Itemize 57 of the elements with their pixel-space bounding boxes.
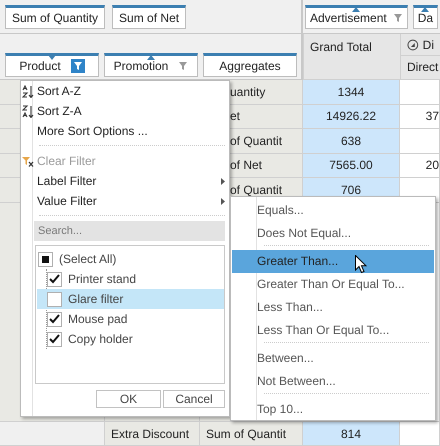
dialog-button[interactable]: Cancel	[163, 390, 225, 408]
column-header: Direct	[400, 56, 440, 80]
row-label: Extra Discount	[105, 422, 200, 446]
value-list-item[interactable]: (Select All)	[36, 249, 224, 269]
field-chip[interactable]: Sum of Quantity	[5, 5, 106, 29]
checkbox[interactable]	[47, 332, 62, 346]
table-cell	[400, 129, 440, 154]
menu-item[interactable]: Less Than...	[231, 296, 435, 319]
value-list-item[interactable]: Mouse pad	[37, 309, 224, 329]
checkbox[interactable]	[47, 312, 62, 326]
menu-item[interactable]: Top 10...	[231, 398, 435, 421]
sort-icon	[22, 104, 34, 118]
menu-item[interactable]: Greater Than Or Equal To...	[231, 273, 435, 296]
field-chip[interactable]: Product	[5, 53, 99, 77]
value-label: Glare filter	[68, 292, 124, 306]
sort-icon	[22, 84, 34, 98]
table-cell: 814	[303, 422, 400, 446]
collapse-icon[interactable]	[407, 38, 419, 50]
search-field[interactable]: Search...	[34, 221, 225, 241]
field-chip[interactable]: Da	[412, 5, 438, 29]
table-cell: 1344	[303, 80, 400, 104]
table-cell: 37	[400, 104, 440, 129]
row-label: Sum of Quantit	[200, 422, 303, 446]
checkbox[interactable]	[38, 252, 53, 266]
field-chip[interactable]: Aggregates	[203, 53, 297, 77]
field-chip[interactable]: Sum of Net	[112, 5, 186, 29]
filter-icon[interactable]	[70, 59, 85, 73]
filter-icon[interactable]	[392, 13, 403, 23]
value-label: Copy holder	[68, 332, 133, 346]
value-label: (Select All)	[59, 252, 116, 266]
menu-item[interactable]: Between...	[231, 347, 435, 370]
value-label: Mouse pad	[68, 312, 128, 326]
submenu-arrow-icon	[221, 178, 225, 185]
field-chip[interactable]: Advertisement	[305, 5, 408, 29]
table-cell: 14926.22	[303, 104, 400, 129]
value-label: Printer stand	[68, 272, 136, 286]
menu-item[interactable]: Not Between...	[231, 370, 435, 393]
table-cell	[400, 80, 440, 104]
table-cell: 638	[303, 129, 400, 154]
filter-icon[interactable]	[178, 61, 188, 71]
menu-item[interactable]: Greater Than...	[232, 250, 434, 273]
dialog-button[interactable]: OK	[96, 390, 161, 408]
cursor-icon	[355, 255, 367, 274]
value-list-item[interactable]: Copy holder	[37, 329, 224, 349]
table-cell: 20	[400, 154, 440, 178]
table-cell: 7565.00	[303, 154, 400, 178]
menu-item[interactable]: Less Than Or Equal To...	[231, 319, 435, 342]
checkbox[interactable]	[47, 272, 62, 286]
field-chip[interactable]: Promotion	[104, 53, 198, 77]
header-label: Di	[422, 38, 434, 52]
menu-item[interactable]: Does Not Equal...	[231, 222, 435, 245]
submenu-arrow-icon	[221, 198, 225, 205]
clear-filter-icon	[22, 156, 34, 166]
value-list-item[interactable]: Printer stand	[37, 269, 224, 289]
column-header: Grand Total	[303, 34, 400, 80]
value-list-item[interactable]: Glare filter	[37, 289, 224, 309]
checkbox[interactable]	[47, 292, 62, 306]
